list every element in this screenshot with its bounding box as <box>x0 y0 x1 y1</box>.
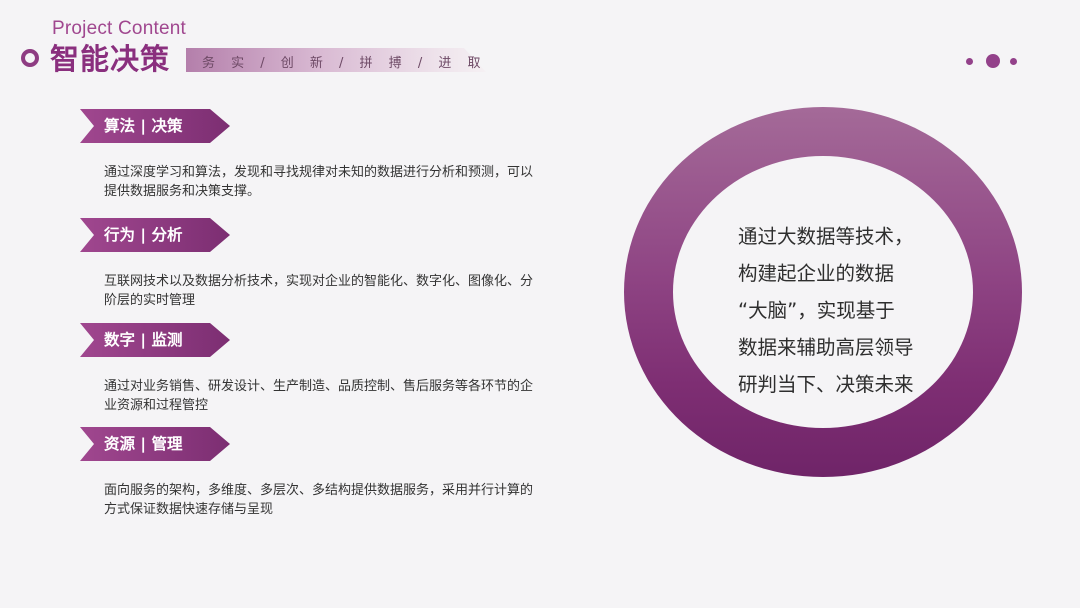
page-title: 智能决策 <box>50 42 171 76</box>
header: Project Content 智能决策 务 实 / 创 新 / 拼 搏 / 进… <box>0 0 1080 80</box>
circle-text-line: “大脑”，实现基于 <box>738 299 895 322</box>
dot-icon <box>966 57 973 65</box>
motto-text: 务 实 / 创 新 / 拼 搏 / 进 取 <box>202 56 487 71</box>
item-description: 面向服务的架构，多维度、多层次、多结构提供数据服务，采用并行计算的方式保证数据快… <box>104 483 534 517</box>
tag-label: 数字 | 监测 <box>104 331 183 349</box>
item-description: 互联网技术以及数据分析技术，实现对企业的智能化、数字化、图像化、分阶层的实时管理 <box>104 274 534 308</box>
tag-label: 资源 | 管理 <box>104 435 183 453</box>
ring-bullet-icon <box>21 49 39 67</box>
item-description: 通过深度学习和算法，发现和寻找规律对未知的数据进行分析和预测，可以提供数据服务和… <box>104 165 534 199</box>
tag-label: 算法 | 决策 <box>104 117 183 135</box>
circle-text-line: 数据来辅助高层领导 <box>738 336 914 359</box>
circle-text: 通过大数据等技术， 构建起企业的数据 “大脑”，实现基于 数据来辅助高层领导 研… <box>738 218 938 403</box>
item-description: 通过对业务销售、研发设计、生产制造、品质控制、售后服务等各环节的企业资源和过程管… <box>104 379 534 413</box>
dots-decoration-icon <box>966 54 1026 68</box>
dot-icon <box>1010 57 1017 65</box>
circle-text-line: 通过大数据等技术， <box>738 225 914 248</box>
tag-label: 行为 | 分析 <box>104 226 183 244</box>
circle-text-line: 研判当下、决策未来 <box>738 373 914 396</box>
circle-text-line: 构建起企业的数据 <box>738 262 895 285</box>
dot-icon <box>986 54 1000 68</box>
